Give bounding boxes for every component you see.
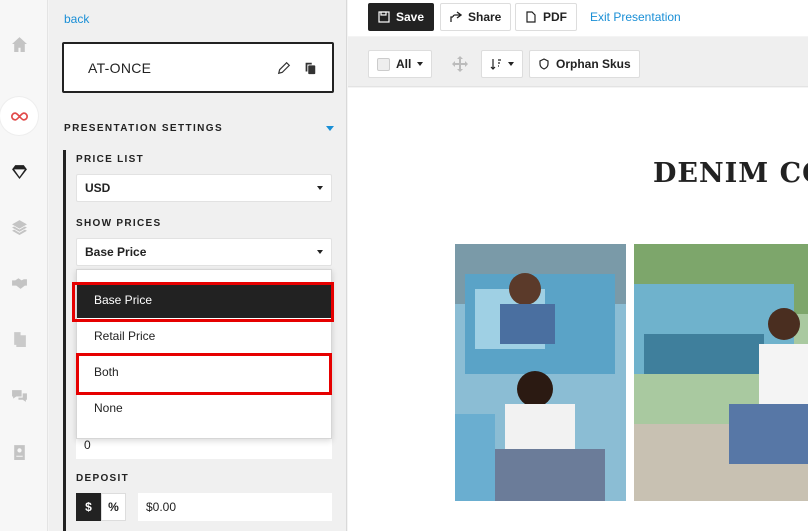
chevron-down-icon (317, 250, 323, 254)
chat-icon[interactable] (0, 377, 38, 415)
settings-panel: back AT-ONCE PRESENTATION SETTINGS PRICE… (49, 0, 347, 531)
option-retail-price[interactable]: Retail Price (77, 318, 333, 354)
pdf-label: PDF (543, 10, 567, 24)
presentation-name: AT-ONCE (88, 59, 152, 76)
show-prices-value: Base Price (85, 245, 147, 259)
sort-dropdown[interactable] (481, 50, 523, 78)
chevron-down-icon (317, 186, 323, 190)
save-icon (378, 11, 390, 23)
deposit-percent-toggle[interactable]: % (101, 493, 126, 521)
show-prices-dropdown: Base Price Retail Price Both None (76, 269, 333, 439)
select-all-label: All (396, 57, 412, 71)
documents-icon[interactable] (0, 320, 38, 358)
price-list-select[interactable]: USD (76, 174, 332, 202)
select-all-dropdown[interactable]: All (368, 50, 433, 78)
presentation-settings-header[interactable]: PRESENTATION SETTINGS (64, 123, 334, 134)
deposit-dollar-toggle[interactable]: $ (76, 493, 101, 521)
denim-photo-2[interactable] (634, 244, 808, 501)
option-base-price[interactable]: Base Price (77, 282, 333, 318)
contact-card-icon[interactable] (0, 433, 38, 471)
handshake-icon[interactable] (0, 264, 38, 302)
orphan-skus-label: Orphan Skus (556, 57, 631, 71)
home-icon[interactable] (0, 25, 38, 63)
deposit-input[interactable]: $0.00 (138, 493, 332, 521)
share-button[interactable]: Share (440, 3, 512, 31)
share-label: Share (468, 10, 502, 24)
presentation-canvas: DENIM CO (348, 88, 808, 531)
denim-photo-2-image (634, 244, 808, 501)
deposit-row: $ % $0.00 (76, 493, 332, 521)
pdf-button[interactable]: PDF (515, 3, 577, 31)
exit-presentation-link[interactable]: Exit Presentation (590, 10, 681, 24)
denim-photo-1[interactable] (455, 244, 626, 501)
show-prices-label: SHOW PRICES (76, 218, 162, 229)
option-none[interactable]: None (77, 390, 333, 426)
diamond-icon[interactable] (0, 152, 38, 190)
section-title: PRESENTATION SETTINGS (64, 123, 224, 134)
presentation-card: AT-ONCE (62, 42, 334, 93)
collapse-caret-icon[interactable] (326, 126, 334, 131)
deposit-label: DEPOSIT (76, 473, 129, 484)
chevron-down-icon (508, 62, 514, 66)
chevron-down-icon (417, 62, 424, 66)
share-icon (450, 11, 462, 22)
price-list-label: PRICE LIST (76, 154, 145, 165)
price-list-value: USD (85, 181, 111, 195)
copy-icon[interactable] (302, 60, 318, 76)
pencil-icon[interactable] (276, 60, 292, 76)
option-both[interactable]: Both (77, 354, 333, 390)
infinity-logo-icon[interactable] (0, 97, 38, 135)
layers-icon[interactable] (0, 208, 38, 246)
sub-toolbar: All Orphan Skus (348, 37, 808, 87)
shield-icon (539, 58, 549, 70)
denim-photo-1-image (455, 244, 626, 501)
canvas-title: DENIM CO (653, 158, 808, 189)
settings-body: PRICE LIST USD SHOW PRICES Base Price 0 … (63, 150, 334, 531)
move-icon[interactable] (452, 56, 468, 72)
select-all-checkbox[interactable] (377, 57, 390, 71)
show-prices-select[interactable]: Base Price (76, 238, 332, 266)
save-label: Save (396, 10, 425, 24)
icon-rail (0, 0, 48, 531)
save-button[interactable]: Save (368, 3, 435, 31)
back-link[interactable]: back (64, 12, 89, 26)
orphan-skus-button[interactable]: Orphan Skus (529, 50, 640, 78)
top-toolbar: Save Share PDF Exit Presentation (348, 0, 808, 36)
document-icon (526, 11, 536, 23)
sort-icon (490, 59, 501, 70)
